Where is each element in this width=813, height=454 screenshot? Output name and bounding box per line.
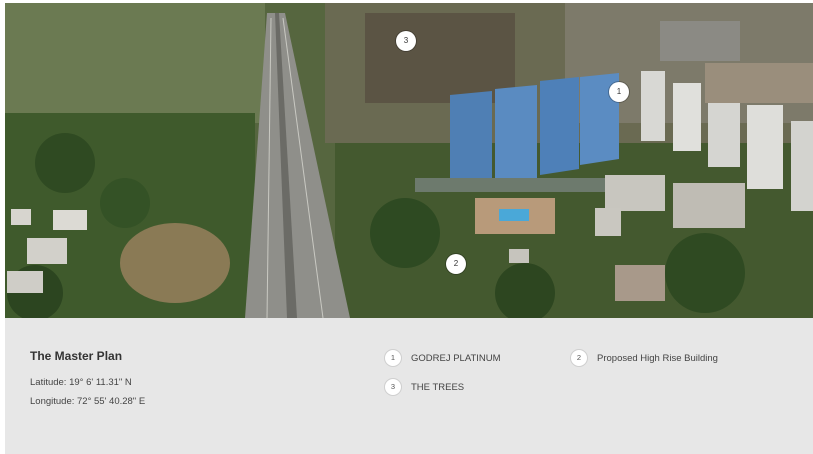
legend-item-the-trees: 3 THE TREES — [384, 378, 464, 396]
map-marker-1[interactable]: 1 — [609, 82, 629, 102]
legend-item-proposed-high-rise: 2 Proposed High Rise Building — [570, 349, 718, 367]
legend-label: GODREJ PLATINUM — [411, 352, 501, 364]
info-panel: The Master Plan Latitude: 19° 6' 11.31" … — [5, 318, 813, 454]
longitude-text: Longitude: 72° 55' 40.28" E — [30, 396, 146, 407]
map-marker-3[interactable]: 3 — [396, 31, 416, 51]
legend-label: Proposed High Rise Building — [597, 352, 718, 364]
map-marker-2[interactable]: 2 — [446, 254, 466, 274]
legend-item-godrej-platinum: 1 GODREJ PLATINUM — [384, 349, 501, 367]
legend-number-badge: 2 — [570, 349, 588, 367]
master-plan-card: 1 2 3 The Master Plan Latitude: 19° 6' 1… — [5, 3, 813, 454]
legend-number-badge: 3 — [384, 378, 402, 396]
page-title: The Master Plan — [30, 349, 123, 363]
legend-label: THE TREES — [411, 381, 465, 393]
aerial-map-photo: 1 2 3 — [5, 3, 813, 318]
latitude-text: Latitude: 19° 6' 11.31" N — [30, 377, 132, 388]
legend-number-badge: 1 — [384, 349, 402, 367]
